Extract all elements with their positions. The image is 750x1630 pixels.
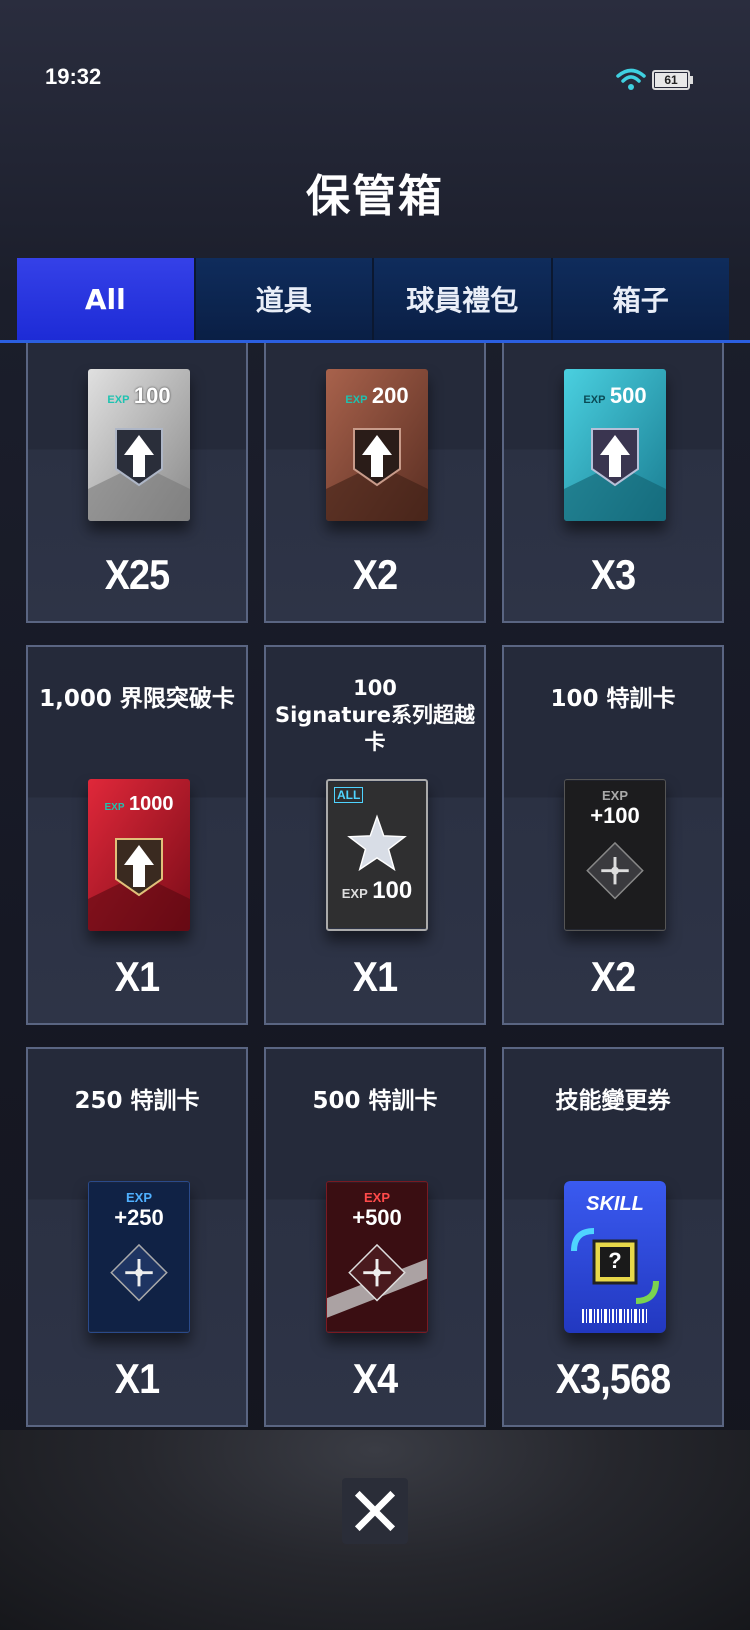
card-exp-value: 1000 (128, 793, 174, 815)
battery-level: 61 (664, 73, 678, 87)
close-button[interactable] (342, 1478, 408, 1544)
signature-transcend-card: ALL EXP 100 (326, 779, 428, 931)
inventory-item[interactable]: 100 特訓卡 EXP +100 X2 (502, 645, 724, 1025)
page-title: 保管箱 (306, 171, 444, 222)
inventory-scroll-area[interactable]: EXP 100 X25 EXP 200 X2 EXP 500 X3 1,000 … (0, 343, 750, 1433)
item-title: 250 特訓卡 (74, 1088, 200, 1114)
card-exp-label: EXP (363, 1190, 390, 1205)
item-title-line1: 100 (353, 676, 397, 700)
card-exp-value: 100 (133, 383, 171, 408)
status-time: 19:32 (45, 64, 102, 89)
limit-break-card: EXP 1000 (88, 779, 190, 931)
card-badge: ALL (334, 787, 364, 803)
card-exp-label: EXP (583, 394, 606, 406)
inventory-item[interactable]: EXP 100 X25 (26, 343, 248, 623)
card-exp-label: EXP (104, 802, 125, 813)
item-title: 技能變更券 (555, 1088, 671, 1114)
status-bar: 19:32 61 (0, 62, 750, 102)
item-title: 100 特訓卡 (550, 686, 676, 712)
item-quantity: X3 (590, 551, 636, 598)
tab-player-packs[interactable]: 球員禮包 (374, 258, 553, 340)
item-title-line2: Signature系列超越卡 (274, 703, 476, 754)
card-exp-label: EXP (341, 886, 368, 901)
inventory-item[interactable]: 500 特訓卡 EXP +500 X4 (264, 1047, 486, 1427)
item-quantity: X25 (104, 551, 170, 598)
tab-bar: All 道具 球員禮包 箱子 (17, 258, 729, 340)
card-exp-value: 200 (371, 383, 409, 408)
battery-icon: 61 (652, 69, 694, 91)
question-mark-icon: ? (608, 1248, 622, 1273)
card-exp-value: 500 (609, 383, 647, 408)
card-exp-value: 100 (372, 877, 413, 904)
tab-items[interactable]: 道具 (195, 258, 374, 340)
card-exp-value: +250 (114, 1205, 164, 1230)
training-card-blue: EXP +250 (88, 1181, 190, 1333)
exp-card-teal: EXP 500 (564, 369, 666, 521)
card-exp-value: +100 (590, 803, 640, 828)
item-title: 1,000 界限突破卡 (39, 686, 235, 712)
item-quantity: X1 (114, 953, 160, 1000)
card-exp-label: EXP (601, 788, 628, 803)
inventory-grid: EXP 100 X25 EXP 200 X2 EXP 500 X3 1,000 … (26, 343, 724, 1427)
tab-all[interactable]: All (17, 258, 196, 340)
inventory-item[interactable]: 1,000 界限突破卡 EXP 1000 X1 (26, 645, 248, 1025)
item-quantity: X1 (114, 1355, 160, 1402)
item-title: 500 特訓卡 (312, 1088, 438, 1114)
training-card-red: EXP +500 (326, 1181, 428, 1333)
card-exp-label: EXP (345, 394, 368, 406)
item-title: 100 Signature系列超越卡 (266, 675, 484, 756)
close-icon (354, 1490, 396, 1532)
wifi-icon (616, 68, 646, 92)
inventory-item[interactable]: 250 特訓卡 EXP +250 X1 (26, 1047, 248, 1427)
item-quantity: X2 (590, 953, 636, 1000)
inventory-item[interactable]: 技能變更券 SKILL ? X3,568 (502, 1047, 724, 1427)
tab-boxes[interactable]: 箱子 (552, 258, 729, 340)
inventory-item[interactable]: 100 Signature系列超越卡 ALL EXP 100 X1 (264, 645, 486, 1025)
item-quantity: X2 (352, 551, 398, 598)
inventory-item[interactable]: EXP 200 X2 (264, 343, 486, 623)
exp-card-silver: EXP 100 (88, 369, 190, 521)
exp-card-bronze: EXP 200 (326, 369, 428, 521)
card-exp-value: +500 (352, 1205, 402, 1230)
item-quantity: X4 (352, 1355, 398, 1402)
skill-change-ticket: SKILL ? (564, 1181, 666, 1333)
item-quantity: X3,568 (555, 1355, 671, 1402)
item-quantity: X1 (352, 953, 398, 1000)
inventory-item[interactable]: EXP 500 X3 (502, 343, 724, 623)
card-exp-label: EXP (125, 1190, 152, 1205)
training-card-black: EXP +100 (564, 779, 666, 931)
card-skill-label: SKILL (586, 1193, 644, 1215)
card-exp-label: EXP (107, 394, 130, 406)
